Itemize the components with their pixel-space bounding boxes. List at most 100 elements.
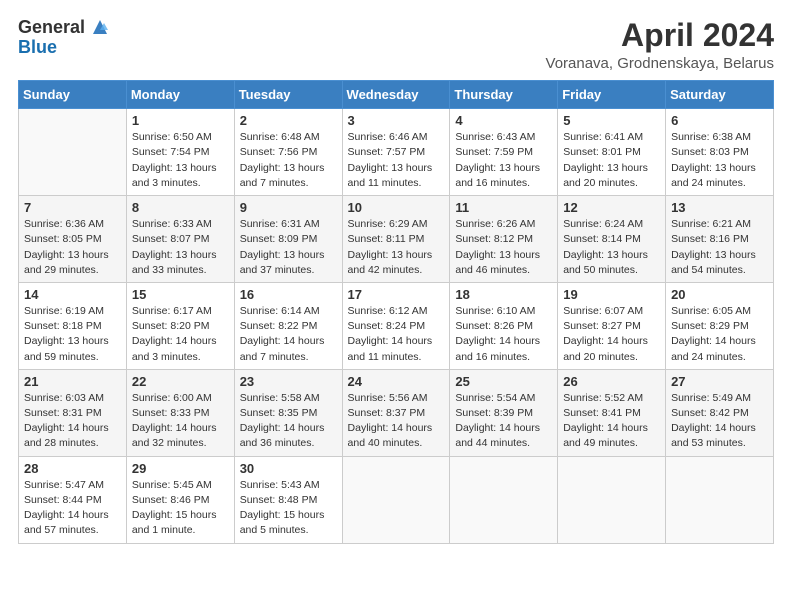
col-wednesday: Wednesday <box>342 81 450 109</box>
col-tuesday: Tuesday <box>234 81 342 109</box>
table-row: 6 Sunrise: 6:38 AMSunset: 8:03 PMDaylight… <box>666 109 774 196</box>
day-info: Sunrise: 6:46 AMSunset: 7:57 PMDaylight:… <box>348 130 445 191</box>
day-number: 13 <box>671 200 768 215</box>
table-row: 1 Sunrise: 6:50 AMSunset: 7:54 PMDaylight… <box>126 109 234 196</box>
day-info: Sunrise: 6:29 AMSunset: 8:11 PMDaylight:… <box>348 217 445 278</box>
day-info: Sunrise: 6:05 AMSunset: 8:29 PMDaylight:… <box>671 304 768 365</box>
day-number: 9 <box>240 200 337 215</box>
day-number: 23 <box>240 374 337 389</box>
day-info: Sunrise: 6:10 AMSunset: 8:26 PMDaylight:… <box>455 304 552 365</box>
table-row: 11 Sunrise: 6:26 AMSunset: 8:12 PMDayligh… <box>450 196 558 283</box>
table-row: 29Sunrise: 5:45 AMSunset: 8:46 PMDayligh… <box>126 456 234 543</box>
calendar-week-row: 14Sunrise: 6:19 AMSunset: 8:18 PMDayligh… <box>19 282 774 369</box>
table-row: 17Sunrise: 6:12 AMSunset: 8:24 PMDayligh… <box>342 282 450 369</box>
table-row: 8Sunrise: 6:33 AMSunset: 8:07 PMDaylight… <box>126 196 234 283</box>
calendar-week-row: 1 Sunrise: 6:50 AMSunset: 7:54 PMDaylight… <box>19 109 774 196</box>
day-info: Sunrise: 6:36 AMSunset: 8:05 PMDaylight:… <box>24 217 121 278</box>
table-row: 12Sunrise: 6:24 AMSunset: 8:14 PMDayligh… <box>558 196 666 283</box>
day-info: Sunrise: 5:49 AMSunset: 8:42 PMDaylight:… <box>671 391 768 452</box>
day-number: 5 <box>563 113 660 128</box>
col-monday: Monday <box>126 81 234 109</box>
col-friday: Friday <box>558 81 666 109</box>
calendar-week-row: 7Sunrise: 6:36 AMSunset: 8:05 PMDaylight… <box>19 196 774 283</box>
table-row: 9 Sunrise: 6:31 AMSunset: 8:09 PMDaylight… <box>234 196 342 283</box>
day-info: Sunrise: 6:43 AMSunset: 7:59 PMDaylight:… <box>455 130 552 191</box>
calendar-table: Sunday Monday Tuesday Wednesday Thursday… <box>18 80 774 543</box>
day-info: Sunrise: 5:52 AMSunset: 8:41 PMDaylight:… <box>563 391 660 452</box>
day-number: 11 <box>455 200 552 215</box>
table-row: 28 Sunrise: 5:47 AMSunset: 8:44 PMDayligh… <box>19 456 127 543</box>
day-number: 12 <box>563 200 660 215</box>
day-number: 14 <box>24 287 121 302</box>
table-row: 14Sunrise: 6:19 AMSunset: 8:18 PMDayligh… <box>19 282 127 369</box>
table-row: 21 Sunrise: 6:03 AMSunset: 8:31 PMDayligh… <box>19 369 127 456</box>
day-info: Sunrise: 5:54 AMSunset: 8:39 PMDaylight:… <box>455 391 552 452</box>
day-info: Sunrise: 6:17 AMSunset: 8:20 PMDaylight:… <box>132 304 229 365</box>
table-row: 26 Sunrise: 5:52 AMSunset: 8:41 PMDayligh… <box>558 369 666 456</box>
table-row: 3Sunrise: 6:46 AMSunset: 7:57 PMDaylight… <box>342 109 450 196</box>
day-info: Sunrise: 5:43 AMSunset: 8:48 PMDaylight:… <box>240 478 337 539</box>
day-number: 19 <box>563 287 660 302</box>
day-info: Sunrise: 5:47 AMSunset: 8:44 PMDaylight:… <box>24 478 121 539</box>
logo-general: General <box>18 18 85 38</box>
col-thursday: Thursday <box>450 81 558 109</box>
header: General Blue April 2024 Voranava, Grodne… <box>18 18 774 72</box>
day-info: Sunrise: 6:33 AMSunset: 8:07 PMDaylight:… <box>132 217 229 278</box>
day-info: Sunrise: 6:31 AMSunset: 8:09 PMDaylight:… <box>240 217 337 278</box>
day-number: 16 <box>240 287 337 302</box>
day-number: 30 <box>240 461 337 476</box>
day-info: Sunrise: 6:26 AMSunset: 8:12 PMDaylight:… <box>455 217 552 278</box>
table-row: 4 Sunrise: 6:43 AMSunset: 7:59 PMDaylight… <box>450 109 558 196</box>
col-saturday: Saturday <box>666 81 774 109</box>
table-row: 25 Sunrise: 5:54 AMSunset: 8:39 PMDayligh… <box>450 369 558 456</box>
day-info: Sunrise: 6:38 AMSunset: 8:03 PMDaylight:… <box>671 130 768 191</box>
table-row: 24Sunrise: 5:56 AMSunset: 8:37 PMDayligh… <box>342 369 450 456</box>
day-number: 21 <box>24 374 121 389</box>
table-row: 16Sunrise: 6:14 AMSunset: 8:22 PMDayligh… <box>234 282 342 369</box>
calendar-week-row: 21 Sunrise: 6:03 AMSunset: 8:31 PMDayligh… <box>19 369 774 456</box>
day-info: Sunrise: 6:50 AMSunset: 7:54 PMDaylight:… <box>132 130 229 191</box>
table-row: 15 Sunrise: 6:17 AMSunset: 8:20 PMDayligh… <box>126 282 234 369</box>
day-info: Sunrise: 6:21 AMSunset: 8:16 PMDaylight:… <box>671 217 768 278</box>
day-info: Sunrise: 6:03 AMSunset: 8:31 PMDaylight:… <box>24 391 121 452</box>
day-info: Sunrise: 5:58 AMSunset: 8:35 PMDaylight:… <box>240 391 337 452</box>
day-info: Sunrise: 6:41 AMSunset: 8:01 PMDaylight:… <box>563 130 660 191</box>
table-row <box>666 456 774 543</box>
day-number: 29 <box>132 461 229 476</box>
day-number: 6 <box>671 113 768 128</box>
table-row: 23 Sunrise: 5:58 AMSunset: 8:35 PMDayligh… <box>234 369 342 456</box>
table-row: 2 Sunrise: 6:48 AMSunset: 7:56 PMDaylight… <box>234 109 342 196</box>
table-row: 27 Sunrise: 5:49 AMSunset: 8:42 PMDayligh… <box>666 369 774 456</box>
calendar-week-row: 28 Sunrise: 5:47 AMSunset: 8:44 PMDayligh… <box>19 456 774 543</box>
day-number: 10 <box>348 200 445 215</box>
day-number: 27 <box>671 374 768 389</box>
table-row: 7Sunrise: 6:36 AMSunset: 8:05 PMDaylight… <box>19 196 127 283</box>
col-sunday: Sunday <box>19 81 127 109</box>
calendar-header-row: Sunday Monday Tuesday Wednesday Thursday… <box>19 81 774 109</box>
day-number: 15 <box>132 287 229 302</box>
day-number: 28 <box>24 461 121 476</box>
day-number: 18 <box>455 287 552 302</box>
table-row: 13 Sunrise: 6:21 AMSunset: 8:16 PMDayligh… <box>666 196 774 283</box>
table-row: 20 Sunrise: 6:05 AMSunset: 8:29 PMDayligh… <box>666 282 774 369</box>
table-row: 22Sunrise: 6:00 AMSunset: 8:33 PMDayligh… <box>126 369 234 456</box>
subtitle: Voranava, Grodnenskaya, Belarus <box>546 55 774 72</box>
day-info: Sunrise: 6:07 AMSunset: 8:27 PMDaylight:… <box>563 304 660 365</box>
table-row <box>450 456 558 543</box>
day-info: Sunrise: 6:12 AMSunset: 8:24 PMDaylight:… <box>348 304 445 365</box>
logo: General Blue <box>18 18 111 58</box>
table-row <box>342 456 450 543</box>
day-number: 22 <box>132 374 229 389</box>
logo-blue: Blue <box>18 37 57 57</box>
day-number: 20 <box>671 287 768 302</box>
day-number: 4 <box>455 113 552 128</box>
day-number: 26 <box>563 374 660 389</box>
table-row <box>19 109 127 196</box>
title-block: April 2024 Voranava, Grodnenskaya, Belar… <box>546 18 774 72</box>
table-row: 5 Sunrise: 6:41 AMSunset: 8:01 PMDaylight… <box>558 109 666 196</box>
table-row: 18 Sunrise: 6:10 AMSunset: 8:26 PMDayligh… <box>450 282 558 369</box>
day-info: Sunrise: 6:48 AMSunset: 7:56 PMDaylight:… <box>240 130 337 191</box>
day-number: 1 <box>132 113 229 128</box>
day-number: 2 <box>240 113 337 128</box>
day-number: 25 <box>455 374 552 389</box>
